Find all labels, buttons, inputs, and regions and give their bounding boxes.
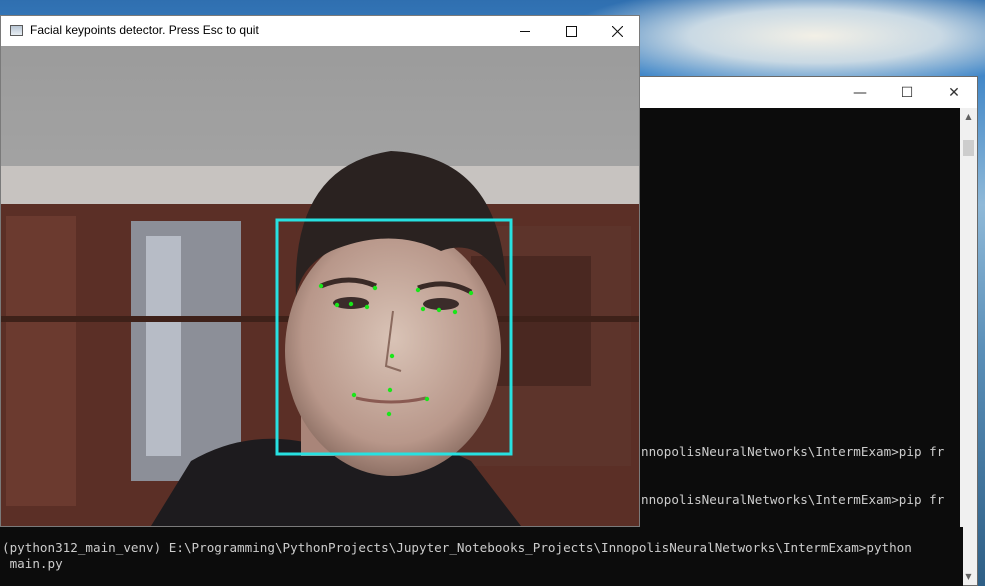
console-input-area[interactable]: (python312_main_venv) E:\Programming\Pyt… [0,527,963,586]
scroll-up-icon[interactable]: ▲ [960,108,977,125]
scrollbar-thumb[interactable] [963,140,974,156]
keypoint [389,353,395,359]
minimize-button[interactable]: — [837,77,883,108]
keypoint [348,301,354,307]
keypoint [420,306,426,312]
maximize-icon: ☐ [900,84,914,101]
terminal-line: nnopolisNeuralNetworks\IntermExam>pip fr [641,492,945,507]
keypoint [334,302,340,308]
close-button[interactable]: ✕ [931,77,977,108]
minimize-icon [519,30,530,32]
keypoint [387,387,393,393]
keypoint [452,309,458,315]
minimize-button[interactable] [502,16,548,46]
minimize-icon: — [853,84,867,101]
maximize-button[interactable] [548,16,594,46]
console-prompt-line: (python312_main_venv) E:\Programming\Pyt… [2,540,912,555]
window-title: Facial keypoints detector. Press Esc to … [30,23,259,37]
maximize-button[interactable]: ☐ [884,77,930,108]
webcam-image [1,46,639,526]
keypoint [372,285,378,291]
close-icon: ✕ [948,84,960,101]
camera-titlebar[interactable]: Facial keypoints detector. Press Esc to … [1,16,639,46]
console-command-continuation: main.py [2,556,63,571]
camera-feed [1,46,639,526]
keypoint [468,290,474,296]
camera-window[interactable]: Facial keypoints detector. Press Esc to … [0,15,640,527]
close-icon [611,25,623,37]
keypoint [386,411,392,417]
close-button[interactable] [594,16,640,46]
maximize-icon [565,25,577,37]
keypoint [351,392,357,398]
keypoint [424,396,430,402]
vertical-scrollbar[interactable]: ▲ ▼ [960,108,977,585]
keypoint [318,283,324,289]
keypoint [364,304,370,310]
keypoint [436,307,442,313]
app-icon [10,25,23,36]
keypoint [415,287,421,293]
terminal-line: nnopolisNeuralNetworks\IntermExam>pip fr [641,444,945,459]
